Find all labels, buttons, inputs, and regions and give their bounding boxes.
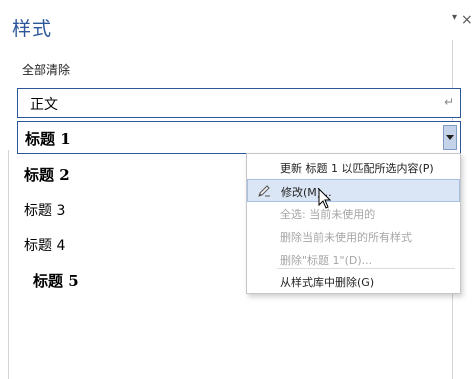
pane-title: 样式: [12, 18, 53, 40]
menu-separator: [277, 268, 455, 269]
styles-pane: 样式 ▾ × 全部清除 正文 ↵ 标题 1 标题 2 标题 3 标题 4 标题 …: [0, 0, 475, 379]
style-label: 标题 1: [25, 130, 71, 148]
style-item-heading3[interactable]: 标题 3: [24, 200, 65, 220]
paragraph-mark-icon: ↵: [443, 95, 454, 109]
menu-item-label: 从样式库中删除(G): [280, 276, 375, 289]
menu-item-delete-unused: 删除当前未使用的所有样式: [247, 225, 460, 248]
style-item-normal[interactable]: 正文 ↵: [17, 88, 461, 118]
style-item-heading5[interactable]: 标题 5: [33, 270, 79, 291]
menu-item-label: 更新 标题 1 以匹配所选内容(P): [280, 162, 434, 175]
menu-item-modify[interactable]: 修改(M)...: [247, 179, 460, 202]
style-context-menu: 更新 标题 1 以匹配所选内容(P) 修改(M)... 全选: 当前未使用的 删…: [246, 153, 461, 294]
pane-edge: [8, 150, 9, 379]
menu-item-remove-from-gallery[interactable]: 从样式库中删除(G): [247, 270, 460, 293]
pencil-icon: [258, 185, 270, 197]
clear-all-style[interactable]: 全部清除: [22, 61, 70, 78]
style-dropdown-button[interactable]: [443, 125, 457, 150]
close-icon[interactable]: ×: [461, 12, 473, 28]
style-label: 正文: [30, 97, 58, 113]
style-item-heading2[interactable]: 标题 2: [24, 164, 70, 185]
menu-item-label: 删除当前未使用的所有样式: [280, 231, 412, 244]
style-item-heading4[interactable]: 标题 4: [24, 235, 65, 255]
menu-item-label: 删除"标题 1"(D)...: [280, 254, 373, 267]
menu-item-select-all-unused: 全选: 当前未使用的: [247, 202, 460, 225]
menu-item-update-to-match[interactable]: 更新 标题 1 以匹配所选内容(P): [247, 156, 460, 179]
style-item-heading1[interactable]: 标题 1: [17, 121, 461, 154]
pane-options-icon[interactable]: ▾: [452, 12, 457, 23]
mouse-cursor-icon: [318, 188, 332, 209]
chevron-down-icon: [446, 135, 454, 140]
